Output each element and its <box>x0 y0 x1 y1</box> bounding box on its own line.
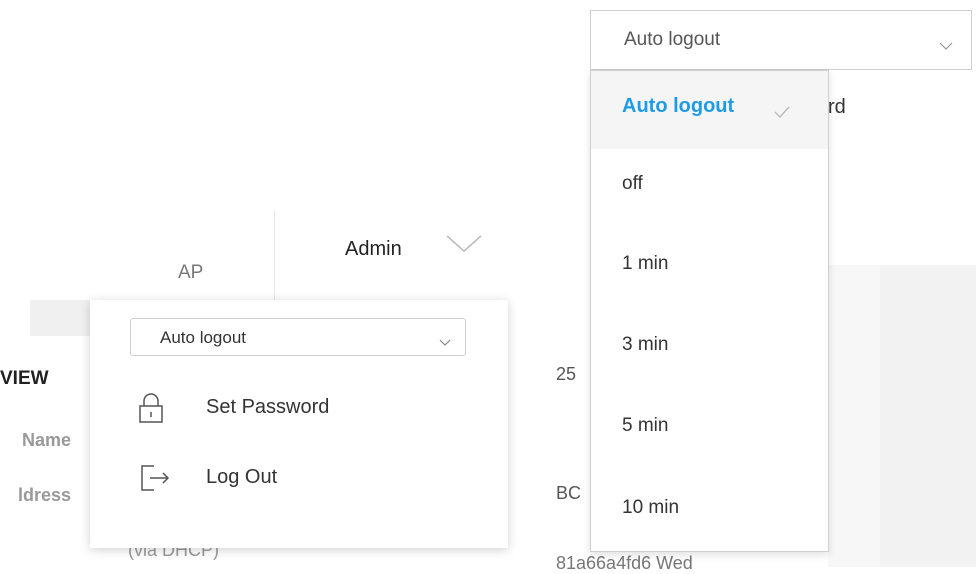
field-value: 25 <box>556 364 577 384</box>
set-password-label: Set Password <box>206 396 330 418</box>
option-label: 3 min <box>622 334 669 355</box>
chevron-down-icon <box>939 38 953 56</box>
logout-icon <box>138 462 172 499</box>
option-label: off <box>622 173 643 194</box>
admin-menu-trigger[interactable]: Admin <box>345 238 402 261</box>
option-10-min[interactable]: 10 min <box>591 473 828 551</box>
option-auto-logout[interactable]: Auto logout <box>591 71 828 149</box>
option-label: 5 min <box>622 415 669 436</box>
auto-logout-dropdown-value: Auto logout <box>624 29 721 50</box>
chevron-down-icon[interactable] <box>445 233 483 260</box>
option-label: Auto logout <box>622 95 735 117</box>
auto-logout-select[interactable]: Auto logout <box>130 318 466 356</box>
log-out-menu-item[interactable]: Log Out <box>138 458 438 498</box>
header-divider <box>274 210 275 300</box>
chevron-down-icon <box>439 334 451 352</box>
admin-popup-menu: Auto logout Set Password Log Out <box>90 300 508 548</box>
auto-logout-dropdown-select[interactable]: Auto logout <box>590 10 972 70</box>
option-3-min[interactable]: 3 min <box>591 310 828 388</box>
content-background <box>828 265 880 567</box>
field-value: BC <box>556 483 582 503</box>
auto-logout-select-value: Auto logout <box>160 328 247 347</box>
option-label: 10 min <box>622 497 680 518</box>
set-password-menu-item[interactable]: Set Password <box>138 388 438 428</box>
option-label: 1 min <box>622 253 669 274</box>
log-out-label: Log Out <box>206 466 278 488</box>
address-field-label: ldress <box>18 485 72 505</box>
overview-heading: VIEW <box>0 368 49 389</box>
ap-nav-label[interactable]: AP <box>178 262 203 284</box>
name-field-label: Name <box>22 430 72 450</box>
nav-shade <box>30 300 90 336</box>
option-off[interactable]: off <box>591 149 828 227</box>
field-value: 81a66a4fd6 Wed <box>556 553 693 573</box>
option-5-min[interactable]: 5 min <box>591 391 828 469</box>
partial-text: rd <box>828 96 846 118</box>
lock-icon <box>138 392 164 429</box>
auto-logout-options-list: Auto logout off 1 min 3 min 5 min 10 min <box>590 70 829 552</box>
content-background-right <box>880 265 976 567</box>
option-1-min[interactable]: 1 min <box>591 229 828 307</box>
check-icon <box>774 105 790 123</box>
